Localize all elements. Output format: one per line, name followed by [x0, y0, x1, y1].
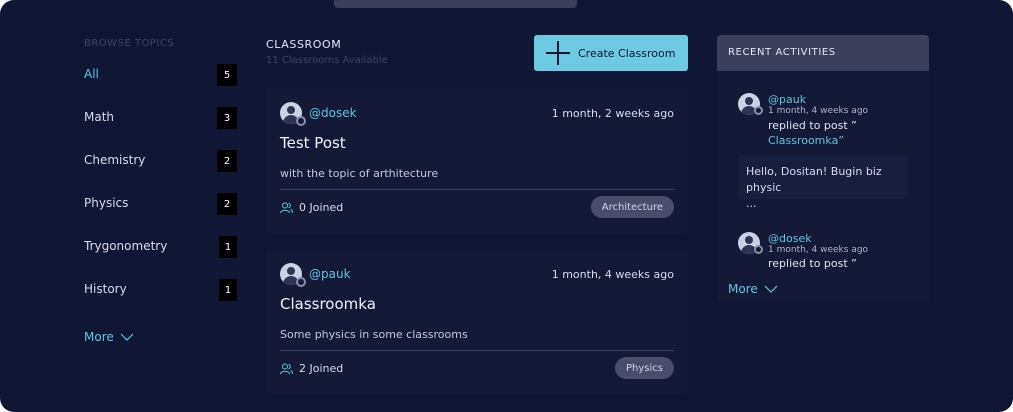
section-subtitle: 11 Classrooms Available	[266, 55, 388, 66]
activities-header: RECENT ACTIVITIES	[717, 35, 929, 71]
status-dot	[754, 106, 763, 115]
app-frame: BROWSE TOPICS All 5 Math 3 Chemistry 2 P…	[0, 0, 1013, 412]
topic-label: Chemistry	[84, 153, 146, 167]
topic-label: History	[84, 282, 127, 296]
joined-label: 2 Joined	[299, 362, 344, 375]
activity-message: Hello, Dositan! Bugin biz physic ...	[738, 155, 908, 210]
topic-trygonometry[interactable]: Trygonometry 1	[84, 236, 237, 258]
users-icon	[280, 202, 293, 213]
activities-title: RECENT ACTIVITIES	[728, 47, 836, 58]
joined-count: 0 Joined	[280, 201, 343, 214]
card-divider	[280, 189, 674, 190]
chevron-down-icon	[764, 285, 778, 293]
topic-label: Math	[84, 110, 115, 124]
card-title[interactable]: Test Post	[280, 134, 346, 152]
topic-math[interactable]: Math 3	[84, 107, 237, 129]
topic-physics[interactable]: Physics 2	[84, 193, 237, 215]
classroom-card[interactable]: @dosek 1 month, 2 weeks ago Test Post wi…	[266, 88, 688, 233]
card-divider	[280, 350, 674, 351]
status-dot	[296, 116, 306, 126]
section-title: CLASSROOM	[266, 38, 342, 51]
activity-timestamp: 1 month, 4 weeks ago	[768, 106, 869, 116]
card-username[interactable]: @dosek	[309, 106, 357, 120]
topic-label: Trygonometry	[84, 239, 168, 253]
topic-count-badge: 1	[219, 279, 237, 301]
topic-count-badge: 5	[217, 64, 237, 86]
users-icon	[280, 363, 293, 374]
plus-icon	[546, 41, 570, 65]
topic-tag[interactable]: Physics	[615, 357, 674, 379]
topic-count-badge: 2	[217, 150, 237, 172]
topic-history[interactable]: History 1	[84, 279, 237, 301]
status-dot	[754, 245, 763, 254]
card-username[interactable]: @pauk	[309, 267, 351, 281]
activity-post-link[interactable]: Classroomka”	[768, 134, 844, 147]
topic-count-badge: 3	[217, 107, 237, 129]
more-label: More	[728, 282, 758, 296]
card-description: with the topic of arthitecture	[280, 167, 439, 180]
more-label: More	[84, 330, 114, 344]
card-timestamp: 1 month, 2 weeks ago	[551, 107, 674, 120]
card-title[interactable]: Classroomka	[280, 295, 376, 313]
topic-label: All	[84, 67, 99, 81]
topic-tag[interactable]: Architecture	[590, 196, 674, 218]
topics-more-button[interactable]: More	[84, 330, 134, 344]
top-handle	[334, 0, 577, 8]
joined-label: 0 Joined	[299, 201, 344, 214]
activity-action: replied to post ”	[768, 119, 857, 132]
topic-all[interactable]: All 5	[84, 64, 237, 86]
card-timestamp: 1 month, 4 weeks ago	[551, 268, 674, 281]
topic-chemistry[interactable]: Chemistry 2	[84, 150, 237, 172]
activity-username[interactable]: @dosek	[768, 232, 812, 245]
joined-count: 2 Joined	[280, 362, 343, 375]
activities-more-button[interactable]: More	[728, 282, 778, 296]
activity-action: replied to post ”	[768, 257, 857, 270]
card-description: Some physics in some classrooms	[280, 328, 468, 341]
activity-username[interactable]: @pauk	[768, 93, 806, 106]
topic-count-badge: 2	[217, 193, 237, 215]
create-button-label: Create Classroom	[578, 46, 676, 60]
topic-count-badge: 1	[219, 236, 237, 258]
recent-activities-panel: RECENT ACTIVITIES @pauk 1 month, 4 weeks…	[717, 35, 929, 303]
browse-topics-title: BROWSE TOPICS	[84, 38, 175, 49]
create-classroom-button[interactable]: Create Classroom	[534, 35, 688, 71]
activity-message-text: Hello, Dositan! Bugin biz physic ...	[746, 165, 882, 210]
classroom-card[interactable]: @pauk 1 month, 4 weeks ago Classroomka S…	[266, 249, 688, 393]
activity-timestamp: 1 month, 4 weeks ago	[768, 245, 869, 255]
status-dot	[296, 277, 306, 287]
topic-label: Physics	[84, 196, 129, 210]
chevron-down-icon	[120, 333, 134, 341]
